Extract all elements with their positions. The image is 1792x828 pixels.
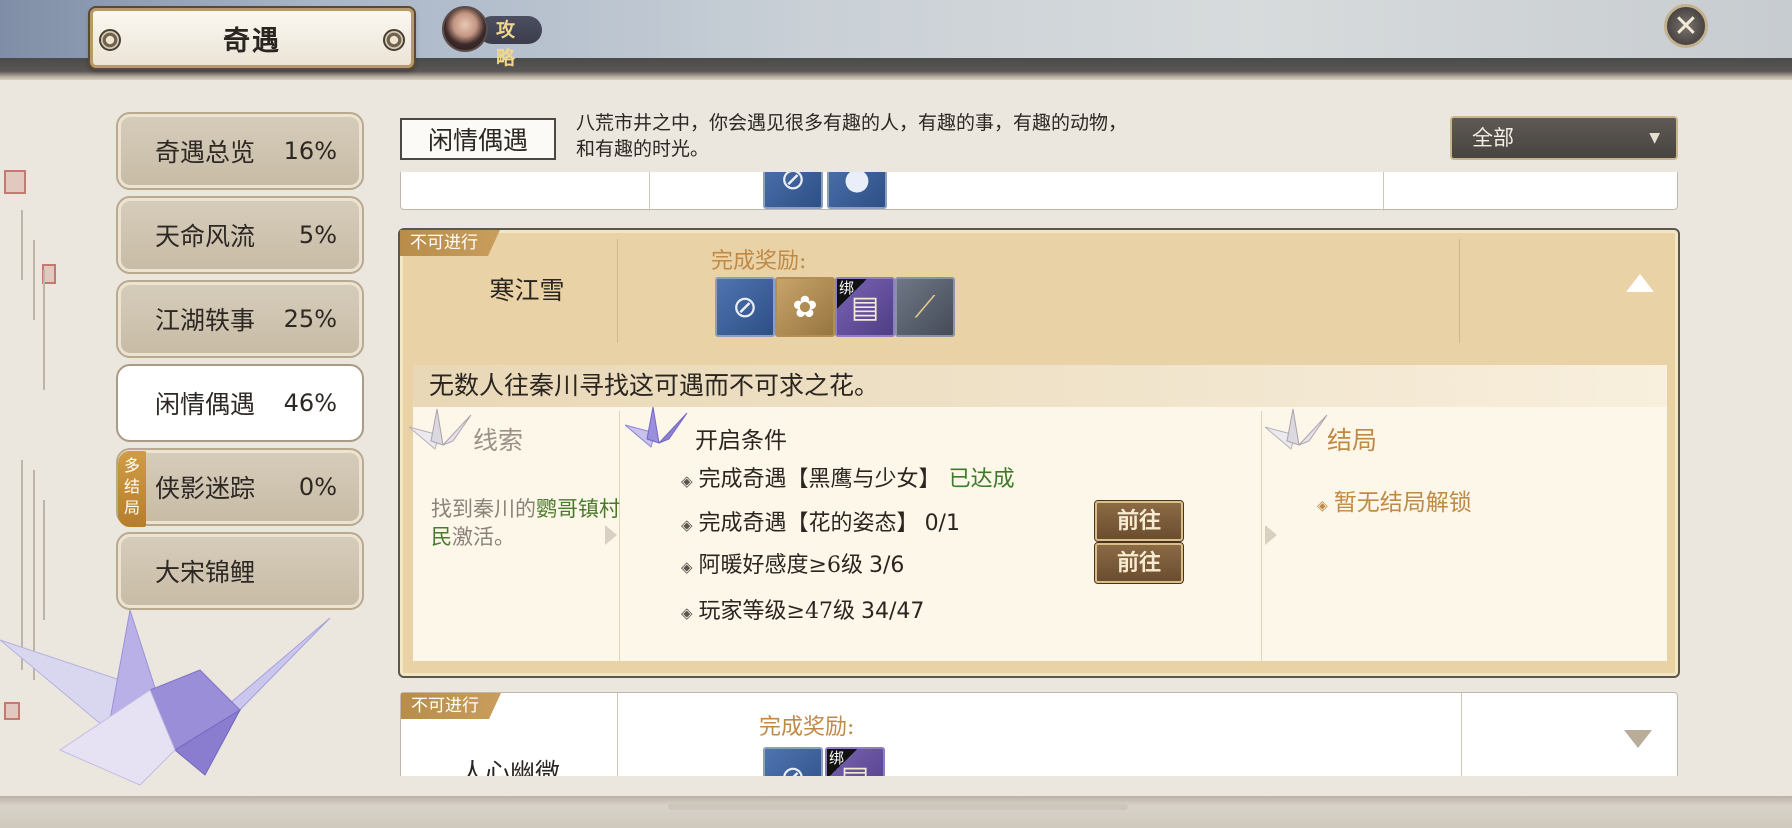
ending-label: 暂无结局解锁	[1333, 490, 1472, 516]
jade-pendant-icon[interactable]: ⊘	[715, 277, 775, 337]
status-badge: 不可进行	[401, 693, 501, 719]
divider	[649, 172, 650, 211]
conditions-heading: 开启条件	[695, 428, 787, 454]
reward-label: 完成奖励:	[711, 249, 807, 274]
sidebar-item-label: 天命风流	[155, 222, 256, 251]
collapse-arrow-icon[interactable]	[1625, 273, 1655, 293]
sidebar-item-leisure[interactable]: 闲情偶遇 46%	[116, 364, 364, 442]
sidebar-item-label: 闲情偶遇	[155, 390, 256, 419]
multi-ending-badge: 多结局	[118, 451, 146, 527]
quest-name: 寒江雪	[489, 276, 565, 305]
jade-pendant-icon[interactable]: ⊘	[763, 172, 823, 209]
jade-pendant-icon[interactable]: ⊘	[763, 747, 823, 776]
condition-progress: 3/6	[868, 553, 905, 578]
status-badge: 不可进行	[400, 230, 500, 256]
description-line: 和有趣的时光。	[576, 138, 710, 160]
quest-name: 人心幽微	[459, 758, 560, 776]
condition-text: 玩家等级≥47级	[698, 599, 855, 624]
sidebar-item-anecdotes[interactable]: 江湖轶事 25%	[116, 280, 364, 358]
diamond-bullet-icon: ◈	[1317, 498, 1328, 514]
quest-summary: 无数人往秦川寻找这可遇而不可求之花。	[413, 365, 1667, 407]
condition-row: ◈ 完成奇遇【黑鹰与少女】 已达成	[681, 461, 1015, 493]
paper-crane-icon	[409, 408, 472, 450]
condition-text: 完成奇遇【花的姿态】	[698, 511, 919, 536]
sidebar-item-percent: 16%	[283, 137, 337, 165]
divider	[1261, 411, 1262, 661]
page-title: 奇遇	[223, 25, 281, 57]
paper-crane-icon	[0, 609, 331, 786]
clue-text-part: 激活。	[452, 525, 515, 549]
close-button[interactable]: ✕	[1664, 4, 1708, 48]
condition-row: ◈ 完成奇遇【花的姿态】 0/1	[681, 505, 960, 537]
scroll-indicator	[668, 804, 1128, 810]
avatar	[442, 6, 488, 52]
sidebar-item-percent: 46%	[283, 389, 337, 417]
condition-status: 已达成	[948, 467, 1015, 492]
book-icon[interactable]: 绑▤	[835, 277, 895, 337]
goto-button[interactable]: 前往	[1094, 542, 1184, 584]
sidebar-item-hero-trail[interactable]: 侠影迷踪 0%	[116, 448, 364, 526]
condition-progress: 0/1	[924, 511, 960, 536]
sidebar-item-overview[interactable]: 奇遇总览 16%	[116, 112, 364, 190]
divider	[1459, 239, 1460, 343]
sidebar-item-percent: 25%	[283, 305, 337, 333]
condition-row: ◈ 阿暖好感度≥6级 3/6	[681, 547, 904, 579]
title-plate: 奇遇	[90, 8, 414, 68]
filter-selected: 全部	[1472, 126, 1514, 150]
sidebar-item-lucky-koi[interactable]: 大宋锦鲤	[116, 532, 364, 610]
reward-label: 完成奖励:	[759, 715, 855, 740]
divider	[1383, 172, 1384, 211]
clue-text: 找到秦川的鹦哥镇村民激活。	[431, 495, 631, 551]
bottom-bar	[0, 796, 1792, 828]
character-token-icon[interactable]: ●	[827, 172, 887, 209]
ending-heading: 结局	[1327, 426, 1378, 455]
chevron-right-icon	[605, 525, 617, 545]
diamond-bullet-icon: ◈	[681, 558, 693, 576]
clue-heading: 线索	[473, 426, 524, 455]
quest-detail-panel: 无数人往秦川寻找这可遇而不可求之花。 线索 找到秦川的鹦哥镇村民激活。 开启条件	[409, 365, 1667, 661]
expand-arrow-icon[interactable]	[1623, 729, 1653, 749]
quest-card-expanded[interactable]: 不可进行 寒江雪 完成奖励: ⊘ ✿ 绑▤ ⟋ 无数人往秦川寻找这可遇而不可求之…	[398, 228, 1680, 678]
bind-tag: 绑	[827, 749, 857, 776]
divider	[1461, 693, 1462, 776]
scroll-icon[interactable]: ⟋	[895, 277, 955, 337]
sidebar-item-percent: 0%	[298, 473, 337, 501]
description-line: 八荒市井之中，你会遇见很多有趣的人，有趣的事，有趣的动物，	[576, 112, 1128, 134]
sidebar-item-label: 大宋锦鲤	[155, 558, 256, 587]
condition-progress: 34/47	[860, 599, 925, 624]
diamond-bullet-icon: ◈	[681, 604, 693, 622]
sidebar-item-label: 江湖轶事	[155, 306, 256, 335]
category-description: 八荒市井之中，你会遇见很多有趣的人，有趣的事，有趣的动物， 和有趣的时光。	[576, 110, 1296, 162]
ending-text: ◈ 暂无结局解锁	[1317, 483, 1472, 517]
chevron-right-icon	[1265, 525, 1277, 545]
paper-crane-icon	[625, 406, 688, 448]
scroll-icon[interactable]: 绑▤	[825, 747, 885, 776]
bind-tag: 绑	[837, 279, 867, 309]
lotus-icon[interactable]: ✿	[775, 277, 835, 337]
sidebar-item-label: 侠影迷踪	[155, 474, 256, 503]
chevron-down-icon: ▼	[1649, 130, 1660, 146]
goto-button[interactable]: 前往	[1094, 500, 1184, 542]
sidebar-item-label: 奇遇总览	[155, 138, 256, 167]
diamond-bullet-icon: ◈	[681, 472, 693, 490]
sidebar-item-destiny[interactable]: 天命风流 5%	[116, 196, 364, 274]
paper-crane-icon	[1265, 408, 1328, 450]
condition-text: 完成奇遇【黑鹰与少女】	[698, 467, 941, 492]
quest-list[interactable]: ⊘ ● 不可进行 寒江雪 完成奖励: ⊘ ✿ 绑▤ ⟋ 无数人往秦川寻找这可遇而…	[398, 172, 1682, 776]
sidebar-item-percent: 5%	[298, 221, 337, 249]
knob-icon	[383, 29, 405, 51]
category-title: 闲情偶遇	[400, 118, 556, 160]
seal-stamp-icon	[4, 170, 26, 194]
condition-row: ◈ 玩家等级≥47级 34/47	[681, 593, 924, 625]
clue-text-part: 找到秦川的	[431, 497, 536, 521]
quest-card-collapsed[interactable]: 不可进行 人心幽微 完成奖励: ⊘ 绑▤	[400, 692, 1678, 776]
diamond-bullet-icon: ◈	[681, 516, 693, 534]
knob-icon	[99, 29, 121, 51]
condition-text: 阿暖好感度≥6级	[698, 553, 863, 578]
guide-button[interactable]: 攻略	[442, 6, 542, 69]
close-icon: ✕	[1673, 8, 1699, 44]
filter-dropdown[interactable]: 全部 ▼	[1450, 116, 1678, 160]
quest-card-previous[interactable]: ⊘ ●	[400, 172, 1678, 211]
